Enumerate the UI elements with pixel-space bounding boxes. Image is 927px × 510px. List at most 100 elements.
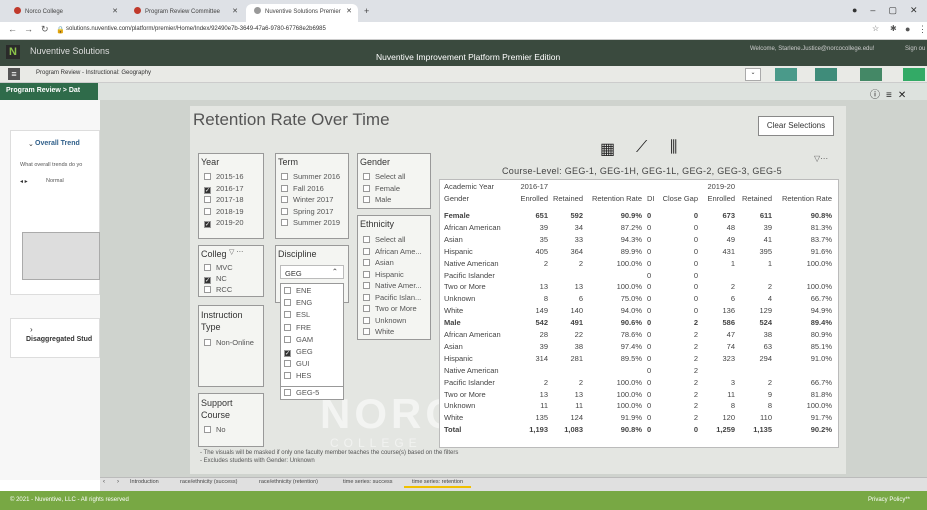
bar-chart-icon[interactable]: ⫼ bbox=[670, 139, 677, 157]
checkbox[interactable] bbox=[284, 335, 291, 343]
discipline-option[interactable]: FRE bbox=[284, 323, 311, 332]
checkbox[interactable] bbox=[284, 287, 291, 294]
tab-introduction[interactable]: Introduction bbox=[130, 479, 159, 485]
filter-icon[interactable]: ▽⋯ bbox=[814, 154, 828, 163]
toolbar-button-4[interactable] bbox=[903, 68, 925, 81]
term-option[interactable]: Winter 2017 bbox=[281, 195, 333, 204]
instruction-option[interactable]: Non-Online bbox=[204, 338, 254, 347]
checkbox[interactable] bbox=[363, 247, 370, 255]
checkbox[interactable] bbox=[284, 311, 291, 319]
ethnicity-option[interactable]: Asian bbox=[363, 258, 394, 267]
checkbox[interactable] bbox=[281, 207, 288, 215]
forward-icon[interactable]: → bbox=[24, 24, 33, 34]
close-icon[interactable]: ✕ bbox=[232, 7, 238, 15]
breadcrumb[interactable]: Program Review > Dat bbox=[0, 83, 98, 100]
table-view-icon[interactable]: ▦ bbox=[600, 139, 615, 159]
checkbox[interactable] bbox=[204, 426, 211, 433]
course-option[interactable]: GEG-5 bbox=[284, 388, 319, 397]
checkbox[interactable] bbox=[284, 372, 291, 380]
checkbox[interactable] bbox=[284, 389, 291, 396]
line-chart-icon[interactable]: ⟋ bbox=[636, 139, 647, 157]
checkbox[interactable]: ✓ bbox=[284, 350, 291, 357]
new-tab-button[interactable]: + bbox=[360, 4, 376, 22]
checkbox[interactable] bbox=[363, 236, 370, 243]
ethnicity-option[interactable]: Two or More bbox=[363, 304, 417, 313]
profile-icon[interactable]: ● bbox=[905, 24, 910, 34]
college-option[interactable]: ✓ NC bbox=[204, 274, 227, 284]
checkbox[interactable] bbox=[284, 360, 291, 368]
browser-tab-program-review[interactable]: Program Review Committee ✕ bbox=[126, 4, 244, 22]
ethnicity-option[interactable]: Hispanic bbox=[363, 270, 404, 279]
checkbox[interactable] bbox=[363, 184, 370, 192]
chevron-down-icon[interactable]: ⌄ bbox=[28, 140, 34, 148]
reload-icon[interactable]: ↻ bbox=[41, 24, 49, 35]
ethnicity-option[interactable]: White bbox=[363, 327, 394, 336]
ethnicity-option[interactable]: Native Amer... bbox=[363, 281, 422, 290]
undo-redo-icon[interactable]: ◂ ▸ bbox=[20, 178, 28, 185]
clear-selections-button[interactable]: Clear Selections bbox=[758, 116, 834, 136]
ethnicity-option[interactable]: Pacific Islan... bbox=[363, 293, 421, 302]
discipline-option[interactable]: ENG bbox=[284, 298, 312, 307]
checkbox[interactable] bbox=[284, 323, 291, 331]
browser-tab-norco[interactable]: Norco College ✕ bbox=[6, 4, 124, 22]
term-option[interactable]: Summer 2016 bbox=[281, 172, 340, 181]
term-option[interactable]: Summer 2019 bbox=[281, 218, 340, 227]
checkbox[interactable] bbox=[363, 259, 370, 266]
chevron-down-icon[interactable]: ⌄ bbox=[745, 68, 761, 81]
browser-tab-nuventive[interactable]: Nuventive Solutions Premier ✕ bbox=[246, 4, 358, 22]
gender-option[interactable]: Female bbox=[363, 184, 400, 193]
year-option[interactable]: 2018-19 bbox=[204, 207, 244, 216]
checkbox[interactable] bbox=[281, 196, 288, 203]
gender-option[interactable]: Male bbox=[363, 195, 391, 204]
overall-trend-title[interactable]: Overall Trend bbox=[35, 140, 80, 147]
year-option[interactable]: 2017-18 bbox=[204, 195, 244, 204]
disaggregated-title[interactable]: Disaggregated Stud bbox=[26, 336, 92, 343]
checkbox[interactable] bbox=[363, 196, 370, 203]
gender-option[interactable]: Select all bbox=[363, 172, 405, 181]
back-icon[interactable]: ← bbox=[8, 24, 17, 34]
menu-icon[interactable]: ⋮ bbox=[918, 24, 927, 35]
discipline-dropdown[interactable]: GEG ⌃ bbox=[280, 265, 344, 279]
checkbox[interactable] bbox=[284, 299, 291, 307]
privacy-policy-link[interactable]: Privacy Policy** bbox=[868, 497, 910, 503]
discipline-option[interactable]: ESL bbox=[284, 310, 310, 319]
year-option[interactable]: 2015-16 bbox=[204, 172, 244, 181]
tab-time-series-retention[interactable]: time series: retention bbox=[404, 479, 472, 488]
discipline-option[interactable]: ✓ GEG bbox=[284, 347, 313, 357]
checkbox[interactable] bbox=[363, 173, 370, 180]
discipline-option[interactable]: GAM bbox=[284, 335, 313, 344]
tab-time-series-success[interactable]: time series: success bbox=[343, 479, 393, 485]
term-option[interactable]: Fall 2016 bbox=[281, 184, 324, 193]
checkbox[interactable] bbox=[363, 282, 370, 289]
ethnicity-option[interactable]: African Ame... bbox=[363, 247, 422, 256]
checkbox[interactable] bbox=[204, 286, 211, 293]
checkbox[interactable] bbox=[281, 219, 288, 226]
checkbox[interactable]: ✓ bbox=[204, 186, 211, 194]
checkbox[interactable] bbox=[363, 305, 370, 312]
checkbox[interactable] bbox=[363, 328, 370, 335]
discipline-option[interactable]: GUI bbox=[284, 359, 309, 368]
checkbox[interactable]: ✓ bbox=[204, 277, 211, 284]
tab-scroll-left-icon[interactable]: ‹ bbox=[103, 479, 105, 485]
checkbox[interactable] bbox=[363, 293, 370, 301]
extensions-icon[interactable]: ✱ bbox=[890, 24, 897, 33]
checkbox[interactable] bbox=[281, 173, 288, 180]
hamburger-menu-icon[interactable]: ≡ bbox=[8, 68, 20, 80]
checkbox[interactable] bbox=[281, 184, 288, 192]
checkbox[interactable] bbox=[204, 207, 211, 215]
discipline-option[interactable]: ENE bbox=[284, 286, 311, 295]
window-controls[interactable]: ●–▢✕ bbox=[852, 5, 927, 16]
checkbox[interactable] bbox=[204, 339, 211, 346]
url-input[interactable]: solutions.nuventive.com/platform/premier… bbox=[66, 26, 826, 37]
report-toolbar-icons[interactable]: ⓘ≡✕ bbox=[870, 86, 912, 101]
close-icon[interactable]: ✕ bbox=[346, 7, 352, 15]
tab-scroll-right-icon[interactable]: › bbox=[117, 479, 119, 485]
tab-race-retention[interactable]: race/ethnicity (retention) bbox=[259, 479, 318, 485]
close-icon[interactable]: ✕ bbox=[112, 7, 118, 15]
college-option[interactable]: RCC bbox=[204, 285, 232, 294]
tab-race-success[interactable]: race/ethnicity (success) bbox=[180, 479, 237, 485]
year-option[interactable]: ✓ 2019-20 bbox=[204, 218, 244, 228]
checkbox[interactable] bbox=[204, 196, 211, 203]
program-selector-label[interactable]: Program Review - Instructional: Geograph… bbox=[36, 70, 151, 76]
filter-icon[interactable]: ▽ ⋯ bbox=[229, 248, 243, 256]
